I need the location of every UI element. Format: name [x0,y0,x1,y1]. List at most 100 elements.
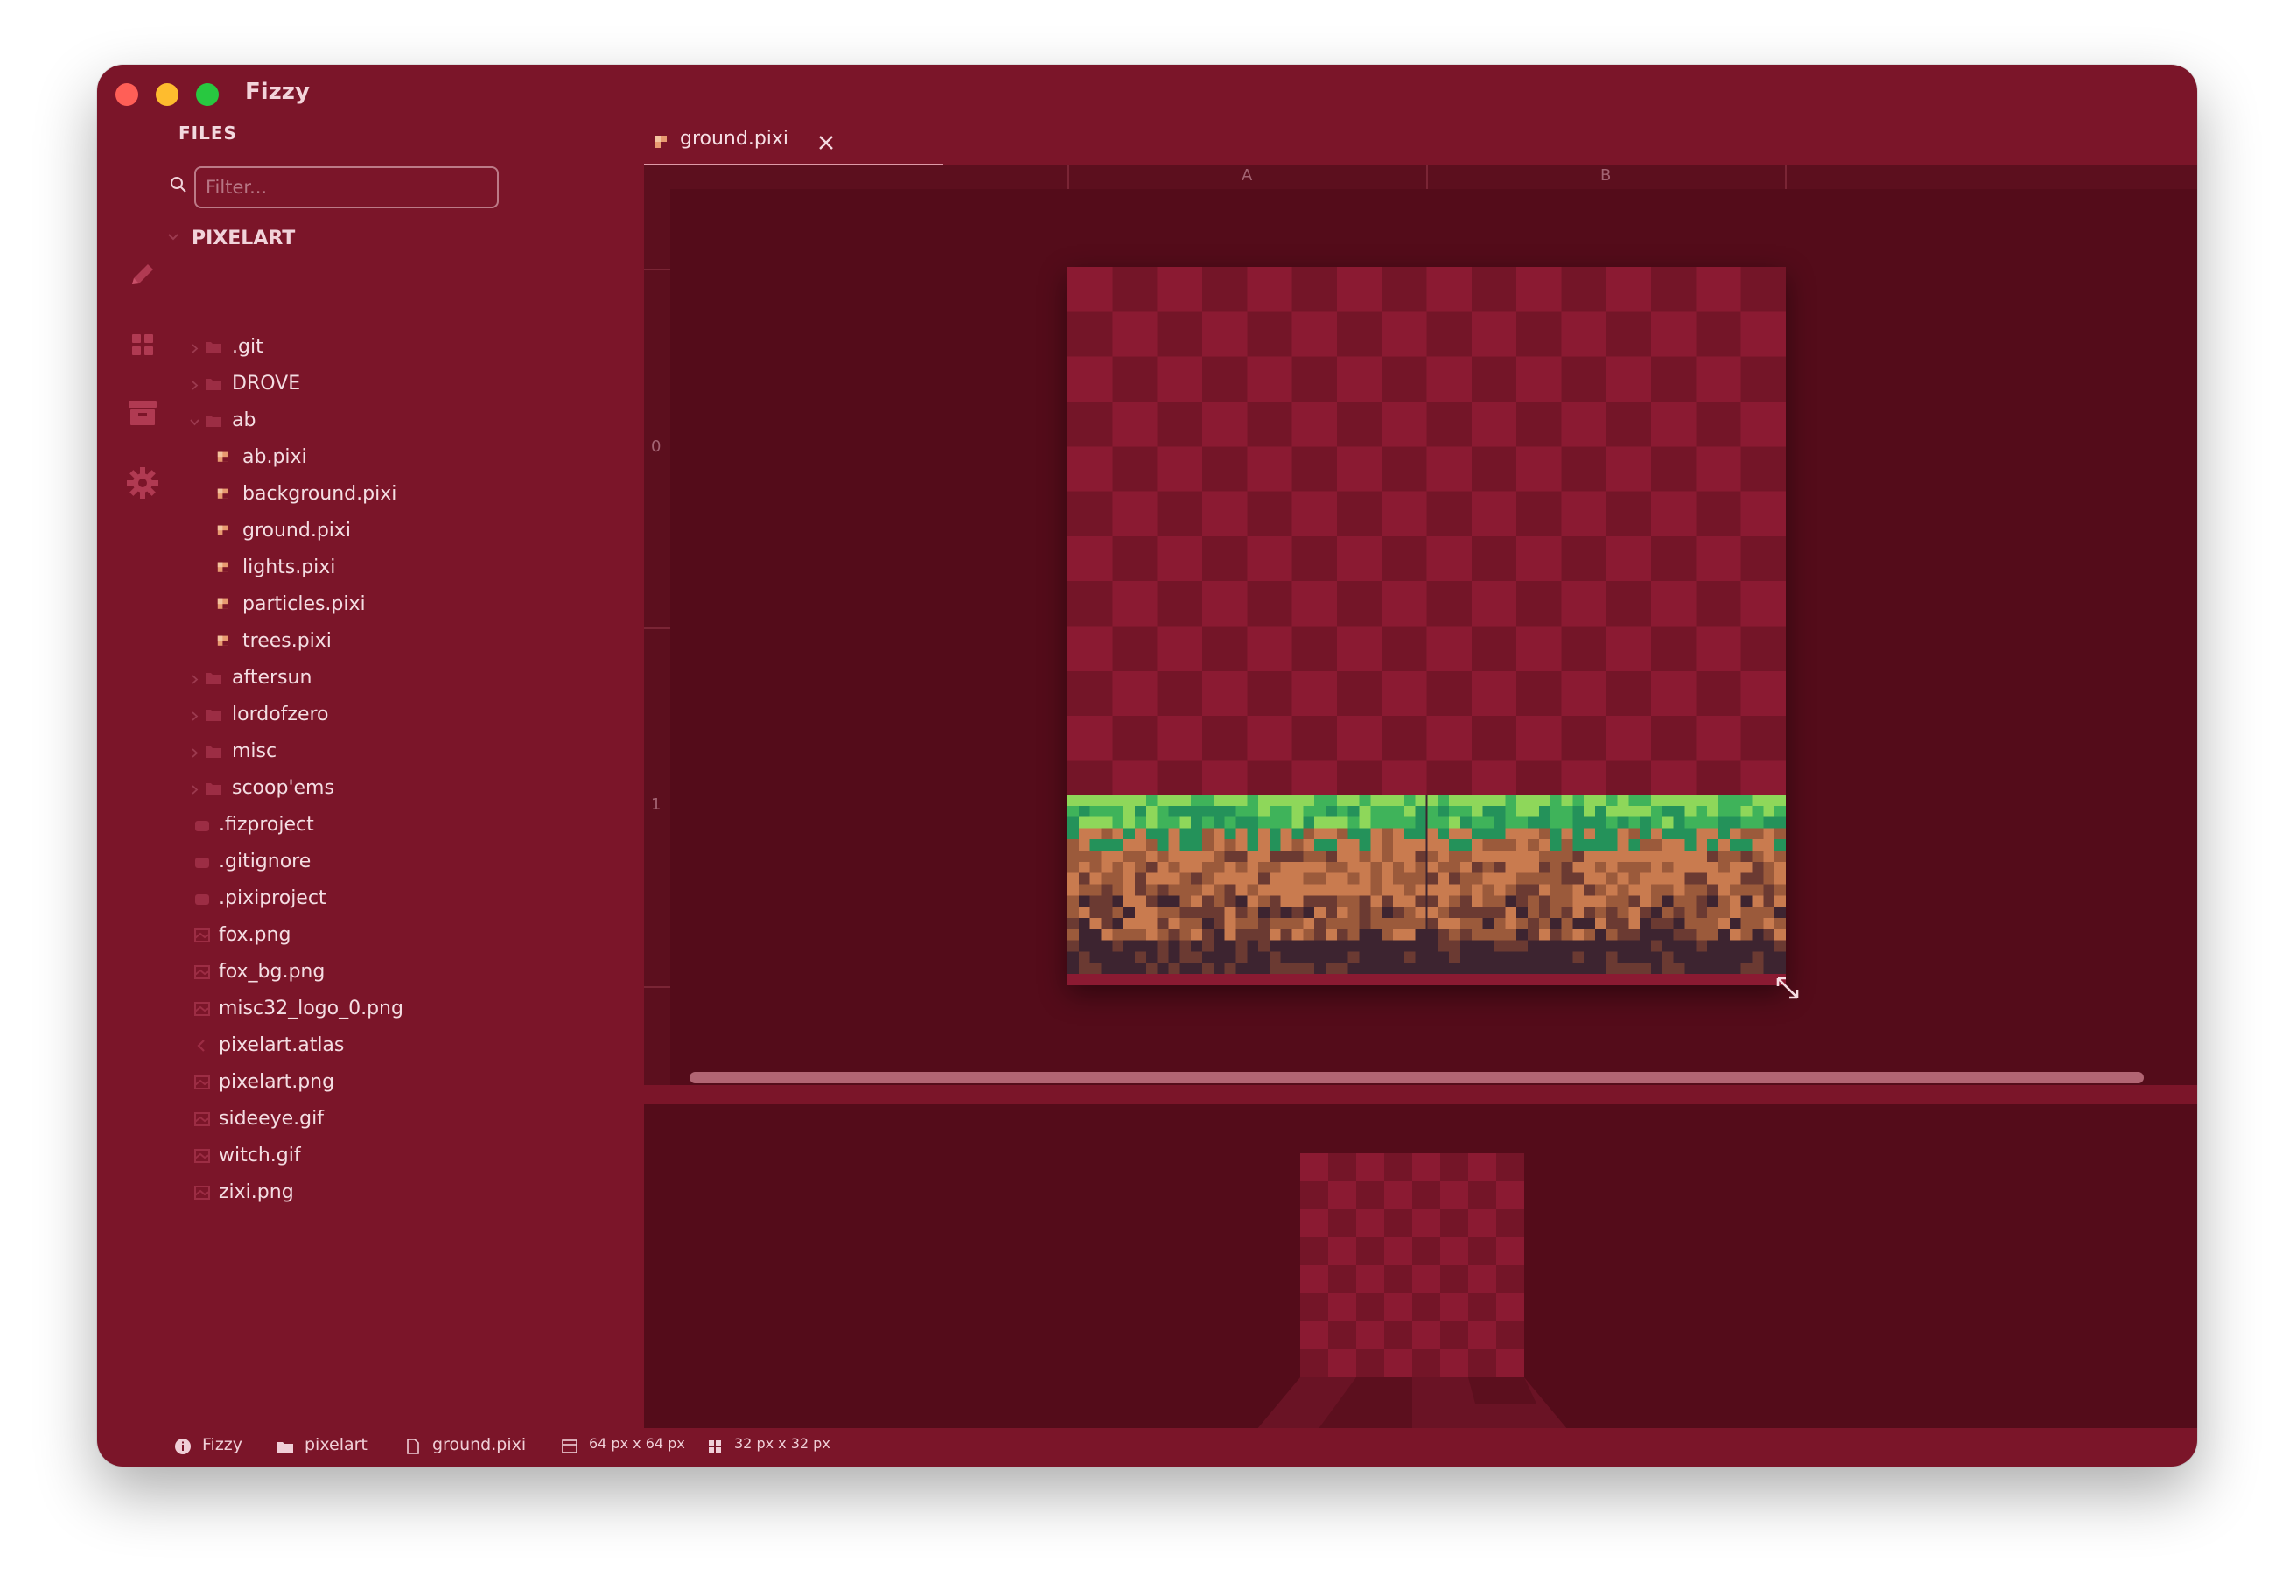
canvas-pixel [1561,446,1606,492]
canvas-pixel [1651,267,1697,312]
canvas-pixel [1516,356,1562,402]
canvas-pixel [1068,356,1113,402]
preview-pixel [1328,1293,1356,1321]
chevron-right-icon [192,748,199,758]
canvas-pixel [1157,312,1202,357]
horizontal-scrollbar[interactable] [690,1072,2144,1083]
canvas-pixel [1201,267,1248,312]
preview-pixel [1300,1237,1328,1265]
tree-label: scoop'ems [232,777,334,799]
canvas-pixel [1426,670,1472,717]
pixi-file-icon [217,452,228,462]
chevron-down-icon [168,234,178,241]
canvas-editor[interactable]: A B 0 1 [644,164,2197,1085]
canvas-pixel [1292,581,1337,626]
canvas-pixel [1516,267,1562,312]
zoom-window-button[interactable] [196,83,219,106]
canvas-pixel [1382,536,1427,582]
canvas-pixel [1068,716,1113,761]
pixi-file-icon [217,562,228,572]
canvas-pixel [1201,356,1248,402]
gear-icon[interactable] [125,466,160,500]
folder-icon [206,416,221,427]
tree-label: .git [232,336,263,358]
canvas-pixel [1516,716,1562,761]
canvas-pixel [1696,312,1741,357]
canvas-pixel [1561,716,1606,761]
canvas-pixel [1247,491,1292,536]
canvas-pixel [1696,536,1741,582]
canvas-pixel [1426,716,1472,761]
canvas-pixel [1382,581,1427,626]
canvas-pixel [1112,581,1158,626]
ruler-top: A B [644,164,2197,189]
preview-pixel [1384,1181,1412,1209]
tree-label: misc32_logo_0.png [219,998,403,1019]
folder-icon [206,342,221,354]
tab-ground-pixi[interactable]: ground.pixi [644,122,943,166]
preview-pixel [1328,1349,1356,1377]
resize-icon[interactable] [1773,973,1802,1003]
canvas-pixel [1382,446,1427,492]
chevron-right-icon [192,381,199,390]
pixi-file-icon [217,488,228,499]
chevron-right-icon [192,711,199,721]
canvas-pixel [1696,267,1741,312]
canvas-pixel [1516,536,1562,582]
preview-pixel [1468,1349,1496,1377]
preview-floor [1257,1377,1567,1428]
canvas-pixel [1471,446,1517,492]
canvas-pixel [1247,446,1292,492]
canvas-pixel [1516,626,1562,671]
pencil-icon[interactable] [125,257,160,292]
canvas-pixel [1740,356,1786,402]
canvas-pixel [1382,267,1427,312]
canvas-pixel [1292,267,1337,312]
canvas-pixel [1292,446,1337,492]
canvas-pixel [1651,626,1697,671]
canvas-pixel [1651,401,1697,447]
ruler-tick [644,986,670,988]
info-icon [175,1438,191,1454]
canvas-pixel [1426,626,1472,671]
archive-icon[interactable] [125,396,160,430]
canvas-pixel [1426,312,1472,357]
canvas-pixel [1247,670,1292,717]
canvas-pixel [1740,491,1786,536]
preview-pixel [1384,1153,1412,1181]
folder-icon [206,379,221,390]
canvas-pixel [1112,716,1158,761]
filter-input[interactable]: Filter... [194,166,499,208]
canvas-pixel [1426,356,1472,402]
canvas-pixel [1471,581,1517,626]
grid-icon[interactable] [125,327,160,362]
preview-pixel [1300,1265,1328,1293]
minimize-window-button[interactable] [156,83,178,106]
close-tab-icon[interactable] [816,133,836,152]
tree-label: trees.pixi [242,630,332,652]
preview-pixel [1412,1181,1440,1209]
tree-label: .pixiproject [219,887,326,909]
canvas-pixel [1696,491,1741,536]
code-file-icon [197,1040,205,1052]
canvas-pixel [1651,716,1697,761]
canvas-pixel [1292,491,1337,536]
preview-pixel [1300,1209,1328,1237]
panel-divider[interactable] [644,1085,2197,1104]
canvas-pixel [1292,312,1337,357]
pixel-canvas[interactable] [1068,267,1786,985]
preview-pixel [1440,1181,1468,1209]
ruler-row-label: 1 [651,795,662,814]
chevron-right-icon [192,344,199,354]
canvas-pixel [1426,581,1472,626]
canvas-pixel [1336,581,1382,626]
canvas-pixel [1561,267,1606,312]
canvas-pixel [1292,401,1337,447]
image-file-icon [194,965,210,979]
close-window-button[interactable] [116,83,138,106]
canvas-pixel [1336,401,1382,447]
canvas-pixel [1561,670,1606,717]
canvas-pixel [1112,446,1158,492]
canvas-pixel [1068,536,1113,582]
canvas-pixel [1068,626,1113,671]
